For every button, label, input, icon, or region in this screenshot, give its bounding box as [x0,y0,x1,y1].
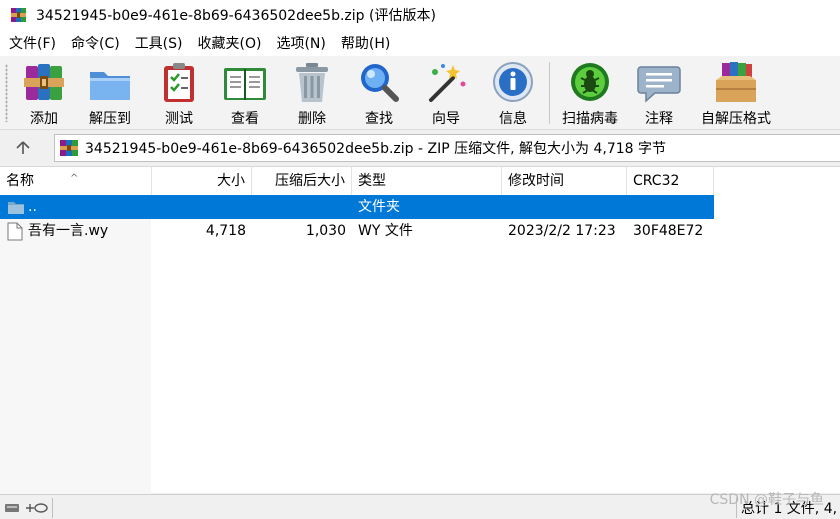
delete-button[interactable]: 删除 [288,60,336,128]
menu-favorites[interactable]: 收藏夹(O) [193,33,267,53]
comment-label: 注释 [645,111,673,127]
row-name: .. [28,199,37,215]
add-button[interactable]: 添加 [20,60,68,128]
extract-to-label: 解压到 [89,111,131,127]
find-button[interactable]: 查找 [355,60,403,128]
file-list[interactable]: ^ 名称 大小 压缩后大小 类型 修改时间 CRC32 .. 文件夹 吾有一言.… [0,166,840,494]
test-clipboard-icon [164,63,194,102]
row-size: 4,718 [205,223,246,239]
menu-tools[interactable]: 工具(S) [130,33,188,53]
row-crc: 30F48E72 [633,223,704,239]
add-label: 添加 [30,111,58,127]
extract-to-button[interactable]: 解压到 [82,60,138,128]
column-header-type-label: 类型 [358,173,386,189]
column-header-crc[interactable]: CRC32 [627,167,714,195]
sfx-label: 自解压格式 [701,111,771,127]
status-separator [52,498,53,518]
column-header-size[interactable]: 大小 [152,167,252,195]
toolbar: 添加 解压到 测试 查看 删除 查找 向导 信息 扫描病毒 注释 自解压格式 [0,56,840,130]
comment-button[interactable]: 注释 [636,60,682,128]
test-button[interactable]: 测试 [155,60,203,128]
view-button[interactable]: 查看 [220,60,270,128]
info-icon [493,62,533,102]
trash-icon [296,63,328,102]
column-header-name-label: 名称 [6,173,34,189]
row-size [152,195,246,219]
column-header-type[interactable]: 类型 [352,167,502,195]
table-row[interactable]: .. 文件夹 [0,195,714,219]
folder-icon [8,202,24,214]
path-text: 34521945-b0e9-461e-8b69-6436502dee5b.zip… [85,141,666,157]
magnifier-icon [361,64,399,102]
row-type: 文件夹 [358,199,400,215]
window-title: 34521945-b0e9-461e-8b69-6436502dee5b.zip… [36,8,436,24]
sort-ascending-icon: ^ [70,173,79,184]
toolbar-grip[interactable] [5,64,8,122]
view-label: 查看 [231,111,259,127]
row-modified: 2023/2/2 17:23 [508,223,616,239]
zip-archive-icon [60,140,78,156]
wizard-button[interactable]: 向导 [422,60,470,128]
extract-folder-icon [90,72,130,100]
menu-commands[interactable]: 命令(C) [66,33,125,53]
row-type: WY 文件 [358,223,413,239]
virus-scan-label: 扫描病毒 [562,111,618,127]
column-header-crc-label: CRC32 [633,173,680,189]
row-name: 吾有一言.wy [28,223,109,239]
drive-status-icon[interactable] [4,501,50,515]
column-header-name[interactable]: ^ 名称 [0,167,152,195]
menu-options[interactable]: 选项(N) [271,33,330,53]
column-header-packed[interactable]: 压缩后大小 [252,167,352,195]
info-button[interactable]: 信息 [489,60,537,128]
winrar-app-icon [11,8,26,22]
toolbar-separator [549,62,550,124]
virus-scan-button[interactable]: 扫描病毒 [558,60,622,128]
up-button[interactable] [10,136,36,160]
comment-icon [637,66,681,103]
menu-bar: 文件(F) 命令(C) 工具(S) 收藏夹(O) 选项(N) 帮助(H) [0,30,840,56]
menu-help[interactable]: 帮助(H) [336,33,395,53]
column-header-modified-label: 修改时间 [508,173,564,189]
test-label: 测试 [165,111,193,127]
virus-scan-icon [571,63,609,101]
view-book-icon [224,68,266,100]
delete-label: 删除 [298,111,326,127]
table-row[interactable]: 吾有一言.wy 4,718 1,030 WY 文件 2023/2/2 17:23… [0,219,714,243]
column-header-size-label: 大小 [217,173,245,189]
file-icon [7,222,23,241]
column-header-modified[interactable]: 修改时间 [502,167,627,195]
column-header-packed-label: 压缩后大小 [275,173,345,189]
add-books-icon [24,64,64,100]
up-arrow-icon [16,141,30,154]
address-bar: 34521945-b0e9-461e-8b69-6436502dee5b.zip… [0,131,840,165]
menu-file[interactable]: 文件(F) [4,33,61,53]
path-field[interactable]: 34521945-b0e9-461e-8b69-6436502dee5b.zip… [54,134,840,162]
sfx-box-icon [716,62,756,102]
sfx-button[interactable]: 自解压格式 [696,60,776,128]
info-label: 信息 [499,111,527,127]
row-packed [252,195,346,219]
title-bar: 34521945-b0e9-461e-8b69-6436502dee5b.zip… [0,0,840,30]
watermark: CSDN @鞋子与鱼 [709,492,824,508]
wizard-label: 向导 [432,111,460,127]
list-header: ^ 名称 大小 压缩后大小 类型 修改时间 CRC32 [0,167,840,195]
find-label: 查找 [365,111,393,127]
row-packed: 1,030 [305,223,346,239]
wizard-wand-icon [429,64,466,102]
